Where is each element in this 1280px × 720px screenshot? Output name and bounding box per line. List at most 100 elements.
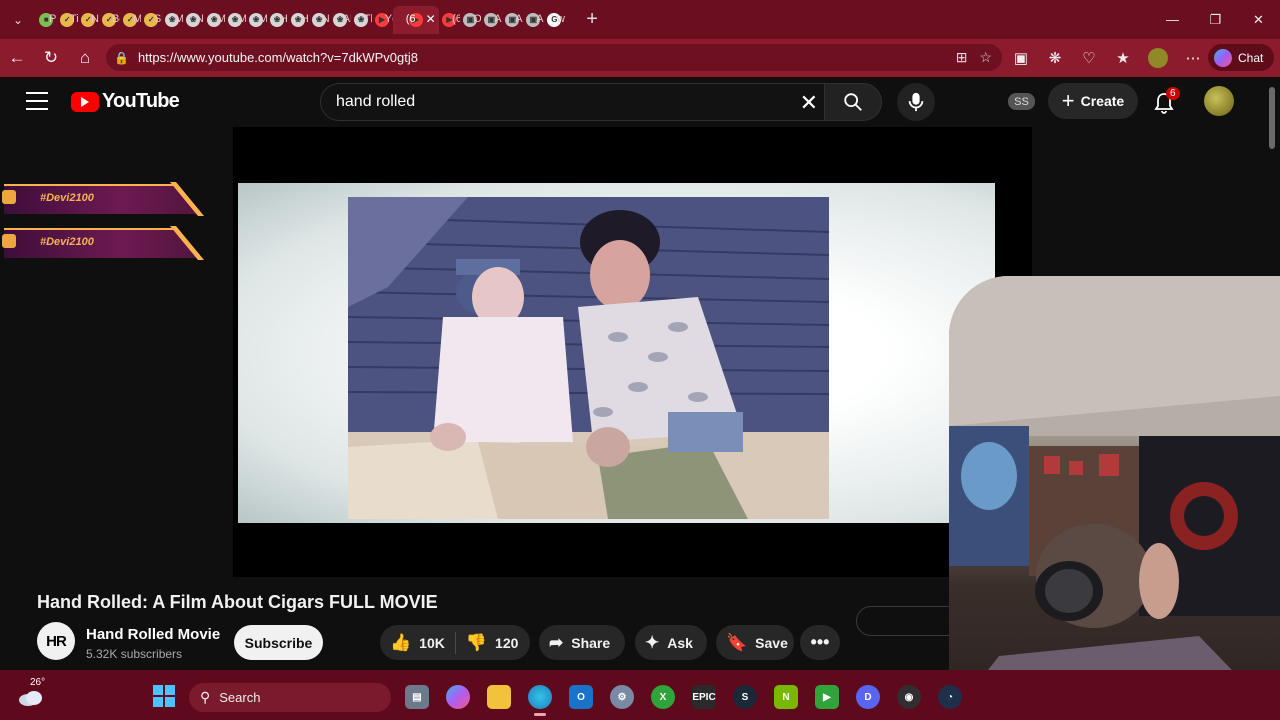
epic-games-icon[interactable]: EPIC (692, 685, 716, 709)
browser-tab[interactable]: ❀Th (351, 6, 372, 34)
browser-tab[interactable]: ❀ M (246, 6, 267, 34)
extension-grammarly-icon[interactable]: ▣ (1004, 49, 1038, 67)
browser-tab[interactable]: ❀Ne (183, 6, 204, 34)
scrollbar-thumb[interactable] (1269, 87, 1275, 149)
browser-tab[interactable]: ✓ Ti (57, 6, 78, 34)
obs-icon[interactable]: ◉ (897, 685, 921, 709)
account-avatar[interactable] (1204, 86, 1234, 116)
browser-tab[interactable]: ▣Ol (460, 6, 481, 34)
url-bar[interactable]: 🔒 https://www.youtube.com/watch?v=7dkWPv… (106, 44, 1002, 71)
hashtag-bar-background (4, 184, 200, 214)
subscribe-button[interactable]: Subscribe (234, 625, 323, 660)
xbox-icon[interactable]: X (651, 685, 675, 709)
discord-icon[interactable]: D (856, 685, 880, 709)
folder-icon[interactable] (487, 685, 511, 709)
tab-actions-menu-icon[interactable]: ⌄ (0, 0, 36, 39)
browser-tab[interactable]: ▣Ai (523, 6, 544, 34)
tab-title: Al (342, 12, 351, 25)
extensions-puzzle-icon[interactable]: ❋ (1038, 49, 1072, 67)
browser-tab[interactable]: ▶ (6 (439, 6, 460, 34)
browser-tab[interactable]: ■Pi (36, 6, 57, 34)
notifications-button[interactable]: 6 (1150, 87, 1180, 115)
close-window-button[interactable]: ✕ (1237, 0, 1280, 39)
youtube-overlay-icon (2, 234, 16, 248)
browser-tab[interactable]: ▶Yc (372, 6, 393, 34)
voice-search-button[interactable] (897, 83, 935, 121)
thumbs-down-icon: 👎 (465, 632, 488, 652)
tab-title: Ti (69, 12, 78, 25)
stream-hashtag-overlay: #Devi2100 #Devi2100 (0, 182, 205, 270)
browser-tab[interactable]: ▣Ai (481, 6, 502, 34)
channel-name[interactable]: Hand Rolled Movie (86, 626, 220, 643)
favorites-icon[interactable]: ★ (1106, 49, 1140, 67)
speedtest-icon[interactable]: ◔ (938, 685, 962, 709)
back-button[interactable]: ← (0, 39, 34, 77)
browser-tab[interactable]: ❀ M (225, 6, 246, 34)
browser-tab[interactable]: ✓Be (99, 6, 120, 34)
browser-tab[interactable]: Gwi (544, 6, 565, 34)
clear-search-icon[interactable]: ✕ (800, 90, 818, 116)
search-input[interactable] (336, 93, 776, 111)
copilot-chat-button[interactable]: Chat (1208, 44, 1274, 71)
tab-title: Ai (515, 12, 523, 25)
profile-avatar[interactable] (1148, 48, 1168, 68)
more-actions-button[interactable]: ••• (800, 625, 840, 660)
start-button[interactable] (153, 685, 175, 707)
tab-list: ■Pi✓Ti✓Ne✓Be✓M✓Su❀M❀Ne❀M❀M❀M❀He❀He❀Ne❀Al… (36, 0, 565, 39)
refresh-button[interactable]: ↻ (34, 39, 68, 77)
browser-tab[interactable]: ❀He (267, 6, 288, 34)
like-button[interactable]: 👍 10K (380, 625, 455, 660)
browser-tab[interactable]: ✓ M (120, 6, 141, 34)
browser-tab[interactable]: ✓Su (141, 6, 162, 34)
tab-title: Ai (536, 12, 544, 25)
file-explorer-icon[interactable]: ▤ (405, 685, 429, 709)
notification-count-badge: 6 (1166, 87, 1180, 100)
dislike-button[interactable]: 👎 120 (456, 625, 529, 660)
browser-tab[interactable]: ▶ (6 ✕ (392, 5, 439, 34)
cloud-icon (19, 691, 42, 706)
more-menu-icon[interactable]: ⋯ (1176, 49, 1210, 67)
browser-essentials-icon[interactable]: ♡ (1072, 49, 1106, 67)
browser-tab[interactable]: ❀Al (330, 6, 351, 34)
steam-icon[interactable]: S (733, 685, 757, 709)
tab-title: Ne (321, 12, 330, 25)
browser-tab[interactable]: ▣Ai (502, 6, 523, 34)
nvidia-icon[interactable]: N (774, 685, 798, 709)
tab-title: (6 (452, 12, 461, 25)
weather-widget[interactable]: 26° (18, 677, 46, 708)
minimize-button[interactable]: — (1151, 0, 1194, 39)
browser-tab[interactable]: ✓Ne (78, 6, 99, 34)
search-button[interactable] (824, 83, 882, 121)
copilot-app-icon[interactable] (446, 685, 470, 709)
taskbar-search[interactable]: ⚲ Search (189, 683, 391, 712)
new-tab-button[interactable]: + (579, 8, 605, 31)
ask-button[interactable]: ✦ Ask (635, 625, 707, 660)
settings-gear-icon[interactable]: ⚙ (610, 685, 634, 709)
save-button[interactable]: 🔖 Save (716, 625, 794, 660)
create-button[interactable]: + Create (1048, 83, 1138, 119)
outlook-icon[interactable]: O (569, 685, 593, 709)
tab-title: (6 (405, 12, 416, 25)
ss-badge[interactable]: SS (1008, 93, 1035, 110)
tab-title: Ol (473, 12, 482, 25)
hashtag-bar-background (4, 228, 200, 258)
url-text[interactable]: https://www.youtube.com/watch?v=7dkWPv0g… (138, 50, 418, 65)
edge-icon[interactable] (528, 685, 552, 716)
browser-tab[interactable]: ❀Ne (309, 6, 330, 34)
browser-tab[interactable]: ❀ M (204, 6, 225, 34)
game-pass-icon[interactable]: ▶ (815, 685, 839, 709)
close-tab-icon[interactable]: ✕ (426, 12, 436, 26)
taskbar-search-placeholder: Search (219, 690, 261, 705)
browser-tab[interactable]: ❀ M (162, 6, 183, 34)
guide-menu-icon[interactable] (26, 92, 48, 110)
sparkle-icon: ✦ (645, 632, 660, 652)
app-available-icon[interactable]: ⊞ (956, 49, 968, 66)
favorite-star-icon[interactable]: ☆ (979, 49, 992, 66)
tab-title: M (132, 12, 141, 25)
youtube-logo[interactable]: YouTube (71, 90, 180, 113)
browser-tab[interactable]: ❀He (288, 6, 309, 34)
home-button[interactable]: ⌂ (68, 39, 102, 77)
maximize-button[interactable]: ❐ (1194, 0, 1237, 39)
share-button[interactable]: ➦ Share (539, 625, 625, 660)
channel-avatar[interactable]: HR (37, 622, 75, 660)
